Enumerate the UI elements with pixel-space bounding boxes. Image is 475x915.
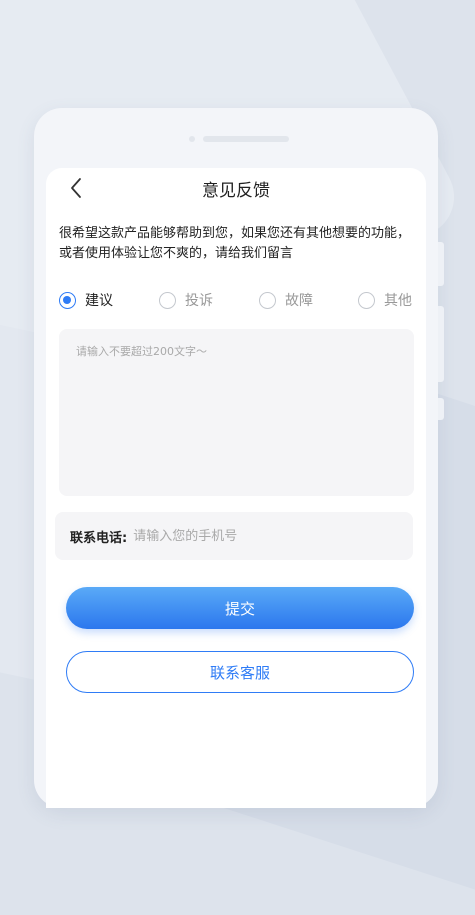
radio-checked-icon bbox=[59, 291, 76, 309]
radio-label: 故障 bbox=[285, 293, 313, 309]
camera-dot bbox=[189, 136, 195, 142]
radio-unchecked-icon bbox=[358, 291, 375, 309]
radio-label: 其他 bbox=[384, 293, 412, 309]
nav-header: 意见反馈 bbox=[46, 168, 426, 208]
feedback-type-group: 建议 投诉 故障 其他 bbox=[59, 289, 415, 311]
speaker-slot bbox=[203, 136, 289, 142]
radio-option-fault[interactable]: 故障 bbox=[259, 289, 313, 311]
app-screen: 意见反馈 很希望这款产品能够帮助到您，如果您还有其他想要的功能，或者使用体验让您… bbox=[46, 168, 426, 808]
radio-unchecked-icon bbox=[159, 291, 176, 309]
feedback-content-field bbox=[59, 329, 414, 496]
intro-text: 很希望这款产品能够帮助到您，如果您还有其他想要的功能，或者使用体验让您不爽的，请… bbox=[59, 226, 411, 261]
phone-side-button bbox=[438, 398, 444, 420]
phone-side-button bbox=[438, 306, 444, 382]
page-title: 意见反馈 bbox=[202, 181, 270, 201]
phone-notch bbox=[189, 135, 289, 143]
contact-phone-field: 联系电话: bbox=[55, 512, 413, 560]
radio-label: 建议 bbox=[85, 293, 113, 309]
submit-button[interactable]: 提交 bbox=[66, 587, 414, 629]
contact-service-button[interactable]: 联系客服 bbox=[66, 651, 414, 693]
radio-unchecked-icon bbox=[259, 291, 276, 309]
phone-label: 联系电话: bbox=[70, 530, 128, 546]
radio-label: 投诉 bbox=[185, 293, 213, 309]
feedback-content-input[interactable] bbox=[59, 329, 414, 496]
radio-option-complaint[interactable]: 投诉 bbox=[159, 289, 213, 311]
phone-input[interactable] bbox=[131, 520, 413, 552]
phone-side-button bbox=[438, 242, 444, 286]
radio-option-suggestion[interactable]: 建议 bbox=[59, 289, 113, 311]
phone-frame: 意见反馈 很希望这款产品能够帮助到您，如果您还有其他想要的功能，或者使用体验让您… bbox=[34, 108, 444, 808]
radio-option-other[interactable]: 其他 bbox=[358, 289, 412, 311]
